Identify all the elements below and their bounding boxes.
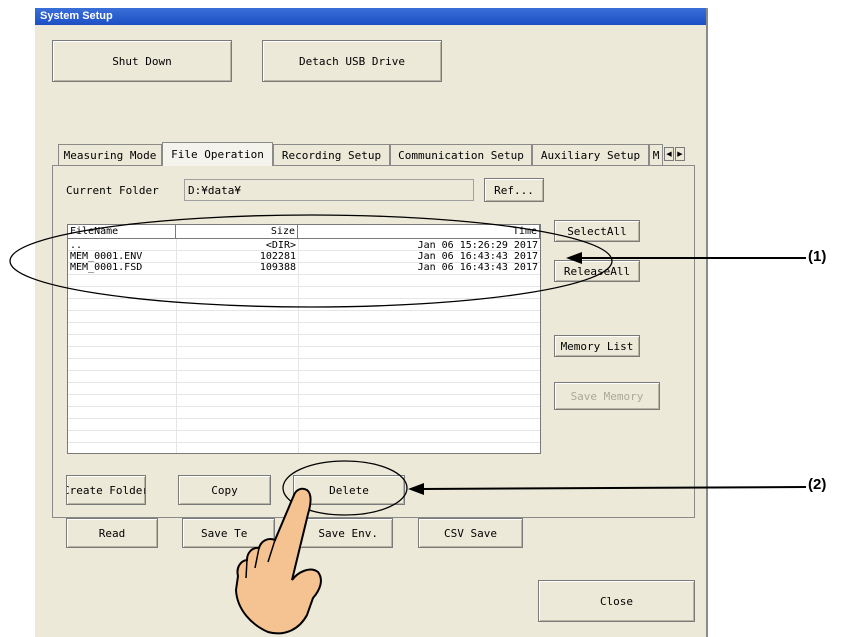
callout-2-arrow [419, 486, 807, 490]
callout-label-1: (1) [808, 248, 827, 265]
callout-1-ellipse [9, 214, 613, 308]
pointing-hand-icon [234, 487, 322, 635]
arrowhead-icon [408, 483, 424, 495]
tab-file-operation[interactable]: File Operation [162, 142, 273, 166]
arrowhead-icon [566, 252, 582, 264]
callout-label-2: (2) [808, 476, 827, 493]
annotation-overlay [9, 214, 807, 635]
